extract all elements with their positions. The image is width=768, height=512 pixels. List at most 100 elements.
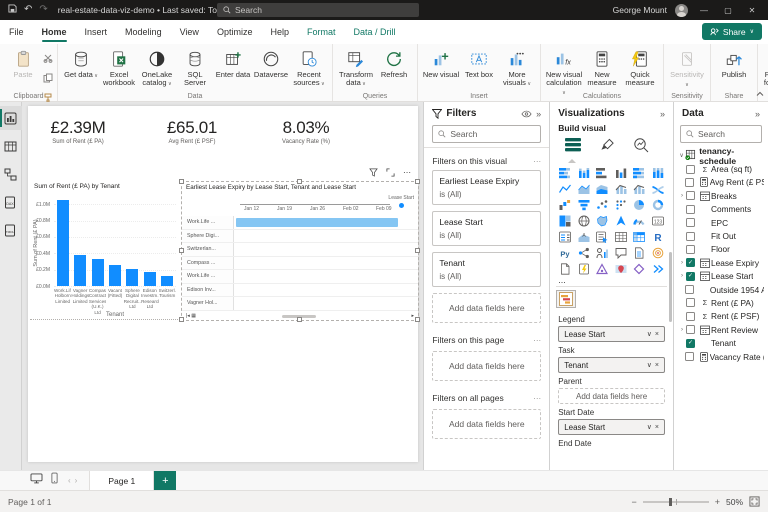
filter-funnel-icon[interactable] <box>369 168 378 177</box>
tab-file[interactable]: File <box>0 20 33 44</box>
multi-row-card-icon[interactable] <box>556 230 574 244</box>
more-visuals-button[interactable]: More visuals ∨ <box>498 47 536 88</box>
get-data-button[interactable]: Get data ∨ <box>62 47 100 80</box>
filter-card[interactable]: Tenantis (All) <box>432 252 541 287</box>
field-row-lease-expiry[interactable]: ›✓Lease Expiry <box>678 256 764 269</box>
refresh-button[interactable]: Refresh <box>375 47 413 79</box>
publish-button[interactable]: Publish <box>715 47 753 79</box>
filter-card[interactable]: Earliest Lease Expiryis (All) <box>432 170 541 205</box>
field-checkbox[interactable] <box>686 298 695 307</box>
selection-handle[interactable] <box>179 317 184 322</box>
save-icon[interactable] <box>8 4 17 16</box>
gantt-chart-visual[interactable]: Earliest Lease Expiry by Lease Start, Te… <box>182 182 418 320</box>
cut-icon[interactable] <box>43 50 53 68</box>
field-checkbox[interactable] <box>685 352 694 361</box>
matrix-icon[interactable] <box>630 230 648 244</box>
maximize-button[interactable]: ▢ <box>720 6 736 15</box>
waterfall-chart-icon[interactable] <box>556 198 574 212</box>
text-box-button[interactable]: Text box <box>460 47 498 79</box>
report-canvas[interactable]: £2.39MSum of Rent (£ PA)£65.01Avg Rent (… <box>22 102 423 470</box>
visualizations-scrollbar[interactable] <box>669 252 672 322</box>
selection-handle[interactable] <box>179 179 184 184</box>
gantt-custom-visual-icon[interactable] <box>556 290 576 308</box>
new-page-button[interactable]: + <box>154 471 176 491</box>
more-options-icon[interactable]: ⋯ <box>403 168 412 177</box>
field-row-fit-out[interactable]: Fit Out <box>678 229 764 242</box>
r-script-visual-icon[interactable]: R <box>649 230 667 244</box>
100-stacked-bar-chart-icon[interactable] <box>630 166 648 180</box>
dataverse-button[interactable]: Dataverse <box>252 47 290 79</box>
table-icon[interactable] <box>612 230 630 244</box>
tab-optimize[interactable]: Optimize <box>208 20 262 44</box>
selection-handle[interactable] <box>297 317 302 322</box>
prev-page-icon[interactable]: ‹ <box>66 476 73 485</box>
bar[interactable] <box>109 265 121 286</box>
arcgis-map-icon[interactable] <box>612 262 630 276</box>
field-checkbox[interactable] <box>686 218 695 227</box>
undo-icon[interactable]: ↶ <box>24 5 32 15</box>
field-checkbox[interactable]: ✓ <box>686 339 695 348</box>
new-visual-calculation-button[interactable]: fxNew visual calculation ∨ <box>545 47 583 97</box>
field-row-comments[interactable]: Comments <box>678 203 764 216</box>
bar[interactable] <box>144 272 156 286</box>
expand-field-icon[interactable]: › <box>678 273 686 279</box>
tab-view[interactable]: View <box>171 20 208 44</box>
add-data-fields-dropzone[interactable]: Add data fields here <box>432 351 541 381</box>
table-view-icon[interactable] <box>0 134 22 158</box>
line-and-stacked-column-chart-icon[interactable] <box>612 182 630 196</box>
field-checkbox[interactable] <box>686 165 695 174</box>
eye-icon[interactable] <box>521 110 532 118</box>
field-checkbox[interactable]: ✓ <box>686 272 695 281</box>
dax-query-view-icon[interactable]: DAX <box>0 190 22 214</box>
build-visual-mode-icon[interactable] <box>564 137 582 158</box>
well-dropzone[interactable]: Add data fields here <box>558 388 665 404</box>
python-visual-icon[interactable]: Py <box>556 246 574 260</box>
ribbon-chart-icon[interactable] <box>649 182 667 196</box>
tmdl-view-icon[interactable]: TMDL <box>0 218 22 242</box>
gantt-scroll-left-icon[interactable]: |◂ ▦ <box>186 313 196 319</box>
excel-workbook-button[interactable]: Excel workbook <box>100 47 138 87</box>
gantt-scroll-right-icon[interactable]: ▸ <box>411 313 414 319</box>
pie-chart-icon[interactable] <box>630 198 648 212</box>
field-row-breaks[interactable]: ›Breaks <box>678 189 764 202</box>
new-visual-button[interactable]: New visual <box>422 47 460 79</box>
line-and-clustered-column-chart-icon[interactable] <box>630 182 648 196</box>
report-page[interactable]: £2.39MSum of Rent (£ PA)£65.01Avg Rent (… <box>28 106 418 462</box>
selection-handle[interactable] <box>415 248 420 253</box>
report-visual-icon[interactable] <box>556 262 574 276</box>
field-row-rent-psf-[interactable]: ΣRent (£ PSF) <box>678 310 764 323</box>
field-row-tenant[interactable]: ✓Tenant <box>678 336 764 349</box>
field-row-lease-start[interactable]: ›✓Lease Start <box>678 270 764 283</box>
selection-handle[interactable] <box>179 248 184 253</box>
area-chart-icon[interactable] <box>575 182 593 196</box>
recent-sources-button[interactable]: Recent sources ∨ <box>290 47 328 88</box>
donut-chart-icon[interactable] <box>649 198 667 212</box>
line-chart-icon[interactable] <box>556 182 574 196</box>
format-visual-mode-icon[interactable] <box>600 137 615 158</box>
close-button[interactable]: ✕ <box>744 6 760 15</box>
field-checkbox[interactable] <box>686 205 695 214</box>
bar[interactable] <box>74 255 86 286</box>
field-checkbox[interactable] <box>685 285 694 294</box>
add-data-fields-dropzone[interactable]: Add data fields here <box>432 409 541 439</box>
zoom-in-icon[interactable]: + <box>715 497 720 507</box>
field-row-area-sq-ft-[interactable]: ΣArea (sq ft) <box>678 162 764 175</box>
field-row-floor[interactable]: Floor <box>678 243 764 256</box>
map-icon[interactable] <box>575 214 593 228</box>
field-checkbox[interactable]: ✓ <box>686 258 695 267</box>
chevron-down-icon[interactable]: ∨ <box>647 423 652 431</box>
field-checkbox[interactable] <box>686 191 695 200</box>
well-field-pill[interactable]: Lease Start∨× <box>558 419 665 435</box>
collapse-table-icon[interactable]: ∨ <box>678 152 685 159</box>
selection-handle[interactable] <box>297 179 302 184</box>
tab-format[interactable]: Format <box>298 20 345 44</box>
field-checkbox[interactable] <box>686 232 695 241</box>
dot-plot-icon[interactable] <box>612 198 630 212</box>
fit-to-page-icon[interactable] <box>749 496 760 507</box>
custom-diamond-icon[interactable] <box>630 262 648 276</box>
metrics-icon[interactable] <box>649 246 667 260</box>
zoom-slider[interactable] <box>643 501 709 503</box>
well-field-pill[interactable]: Lease Start∨× <box>558 326 665 342</box>
bar[interactable] <box>92 259 104 286</box>
field-row-avg-rent-psf-[interactable]: Avg Rent (£ PSF) <box>678 176 764 189</box>
